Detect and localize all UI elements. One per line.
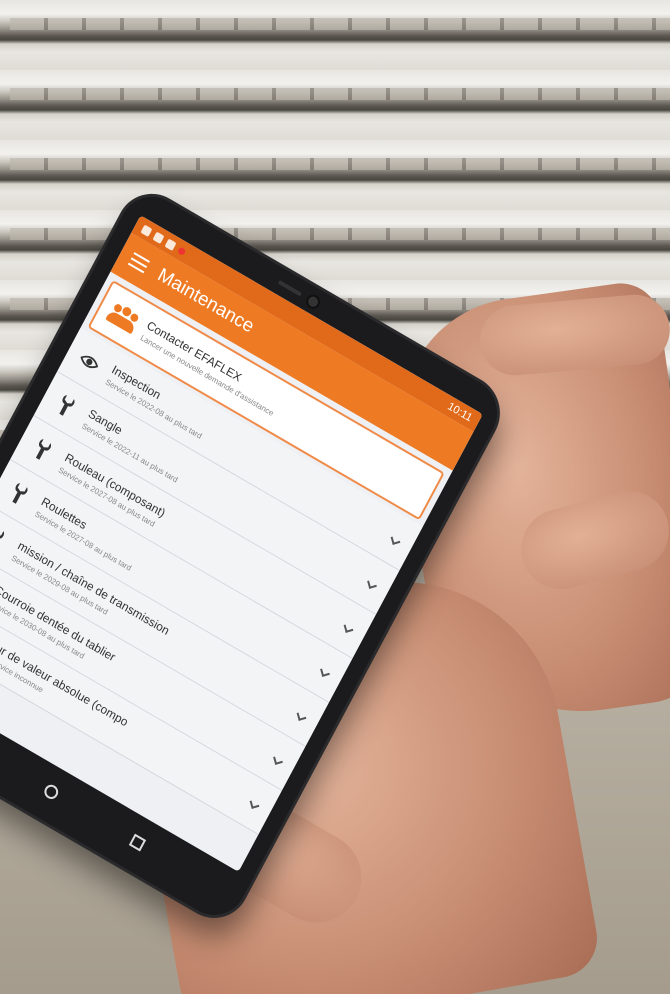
wrench-icon	[5, 479, 33, 508]
hamburger-menu-icon[interactable]	[127, 252, 150, 274]
chevron-down-icon[interactable]	[249, 798, 260, 809]
chevron-down-icon[interactable]	[320, 666, 331, 677]
recent-apps-icon[interactable]	[128, 832, 146, 851]
signal-icon	[152, 231, 165, 244]
chevron-down-icon[interactable]	[367, 578, 378, 589]
people-icon	[105, 300, 141, 335]
chevron-down-icon[interactable]	[390, 534, 401, 545]
wrench-icon	[29, 435, 57, 464]
wrench-icon	[52, 391, 80, 420]
door-vent-row	[10, 158, 670, 170]
photo-background: 10:11 Maintenance Contacter EFAFLEX Lanc…	[0, 0, 670, 994]
home-icon[interactable]	[41, 781, 61, 802]
wifi-icon	[164, 238, 177, 251]
record-dot-icon	[177, 246, 187, 256]
eye-icon	[76, 347, 104, 376]
door-vent-row	[10, 18, 670, 30]
door-vent-row	[10, 88, 670, 100]
chevron-down-icon[interactable]	[343, 622, 354, 633]
notification-icon	[140, 224, 153, 237]
chevron-down-icon[interactable]	[273, 754, 284, 765]
chevron-down-icon[interactable]	[296, 710, 307, 721]
wrench-icon	[0, 523, 9, 552]
